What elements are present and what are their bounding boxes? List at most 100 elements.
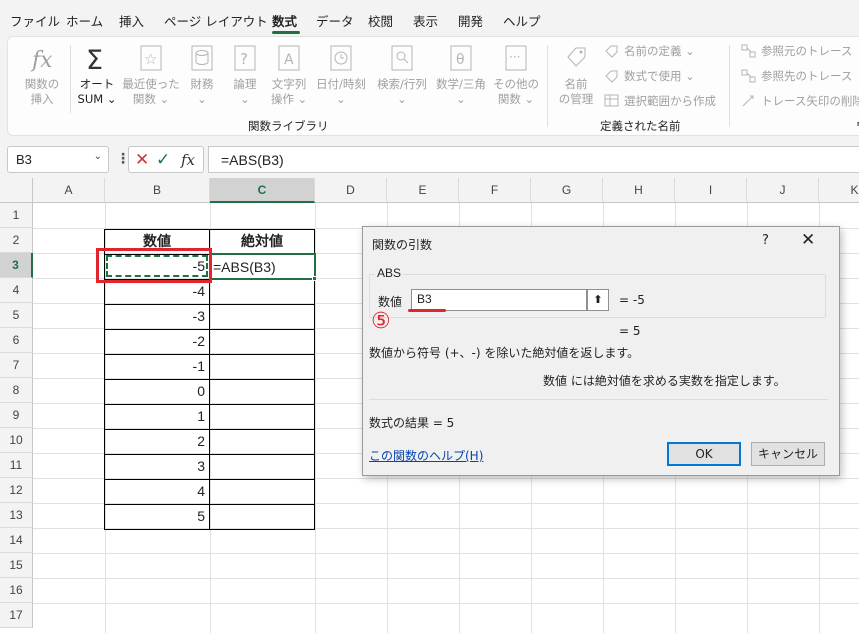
help-icon[interactable]: ? <box>762 233 769 248</box>
check-icon[interactable]: ✓ <box>156 150 170 170</box>
use-in-formula-button[interactable]: 数式で使用 ⌄ <box>604 68 695 84</box>
row-header[interactable]: 11 <box>0 453 33 478</box>
database-icon <box>188 43 216 73</box>
tab-home[interactable]: ホーム <box>66 11 103 30</box>
tab-formulas[interactable]: 数式 <box>272 11 297 30</box>
cancel-icon[interactable]: ✕ <box>135 150 149 170</box>
value-cell[interactable]: 4 <box>105 479 209 504</box>
value-cell[interactable]: -1 <box>105 354 209 379</box>
tab-developer[interactable]: 開発 <box>458 11 483 30</box>
tab-review[interactable]: 校閲 <box>368 11 393 30</box>
tab-data[interactable]: データ <box>316 11 354 30</box>
tab-page-layout[interactable]: ページ レイアウト <box>164 11 268 30</box>
close-icon[interactable]: ✕ <box>801 230 815 250</box>
column-header[interactable]: A <box>33 178 105 203</box>
tab-view[interactable]: 表示 <box>413 11 438 30</box>
row-header[interactable]: 3 <box>0 253 33 278</box>
dialog-title: 関数の引数 <box>372 238 433 252</box>
ribbon: fx 関数の 挿入 Σ オート SUM ⌄ ☆ 最近使った 関数 ⌄ 財務 ⌄ ? 論理… <box>7 36 859 136</box>
financial-button[interactable]: 財務 ⌄ <box>185 43 219 107</box>
row-header[interactable]: 10 <box>0 428 33 453</box>
svg-text:Σ: Σ <box>86 45 103 73</box>
function-help-link[interactable]: この関数のヘルプ(H) <box>369 447 483 464</box>
value-cell[interactable]: 3 <box>105 454 209 479</box>
create-from-selection-button[interactable]: 選択範囲から作成 <box>604 93 716 109</box>
active-cell-c3[interactable]: =ABS(B3) <box>209 253 316 280</box>
fill-handle[interactable] <box>312 276 317 281</box>
row-header[interactable]: 16 <box>0 578 33 603</box>
column-header[interactable]: I <box>675 178 747 203</box>
function-insert-icon: fx <box>28 43 56 73</box>
recent-functions-button[interactable]: ☆ 最近使った 関数 ⌄ <box>118 43 184 107</box>
value-cell[interactable]: 5 <box>105 504 209 529</box>
trace-precedents-button[interactable]: 参照元のトレース <box>741 43 852 59</box>
name-manager-button[interactable]: 名前 の管理 <box>554 43 598 107</box>
function-arguments-dialog: 関数の引数 ? ✕ ABS 数値 B3 ⬆ = -5 = 5 数値から符号 (+… <box>362 226 840 476</box>
text-icon: A <box>275 43 303 73</box>
argument-input[interactable]: B3 <box>411 289 587 311</box>
row-header[interactable]: 2 <box>0 228 33 253</box>
math-trig-button[interactable]: θ 数学/三角 ⌄ <box>432 43 490 107</box>
chevron-down-icon[interactable]: ⌄ <box>94 151 102 162</box>
row-header[interactable]: 1 <box>0 203 33 228</box>
column-header[interactable]: K <box>819 178 859 203</box>
tag-small-icon <box>604 44 620 58</box>
highlight-box <box>96 248 212 283</box>
row-header[interactable]: 6 <box>0 328 33 353</box>
date-time-button[interactable]: 日付/時刻 ⌄ <box>312 43 370 107</box>
column-header[interactable]: F <box>459 178 531 203</box>
insert-function-button[interactable]: fx 関数の 挿入 <box>18 43 66 107</box>
row-header[interactable]: 17 <box>0 603 33 628</box>
value-cell[interactable]: 2 <box>105 429 209 454</box>
formula-input[interactable]: =ABS(B3) <box>208 146 859 173</box>
row-header[interactable]: 4 <box>0 278 33 303</box>
trace-dependents-button[interactable]: 参照先のトレース <box>741 68 852 84</box>
value-cell[interactable]: -2 <box>105 329 209 354</box>
text-functions-button[interactable]: A 文字列 操作 ⌄ <box>267 43 311 107</box>
autosum-button[interactable]: Σ オート SUM ⌄ <box>72 43 122 107</box>
select-all-corner[interactable] <box>0 178 33 203</box>
function-name: ABS <box>375 266 404 280</box>
value-cell[interactable]: 0 <box>105 379 209 404</box>
column-header[interactable]: C <box>210 178 315 203</box>
define-name-button[interactable]: 名前の定義 ⌄ <box>604 43 695 59</box>
value-cell[interactable]: -3 <box>105 304 209 329</box>
column-header[interactable]: H <box>603 178 675 203</box>
column-header[interactable]: D <box>315 178 387 203</box>
divider <box>369 399 828 400</box>
column-header[interactable]: J <box>747 178 819 203</box>
use-in-formula-icon <box>604 69 620 83</box>
more-icon: ··· <box>502 43 530 73</box>
column-header[interactable]: G <box>531 178 603 203</box>
tab-file[interactable]: ファイル <box>10 11 60 30</box>
tag-icon <box>562 43 590 73</box>
annotation-underline <box>408 309 446 312</box>
tab-insert[interactable]: 挿入 <box>119 11 144 30</box>
column-header[interactable]: B <box>105 178 210 203</box>
row-header[interactable]: 5 <box>0 303 33 328</box>
row-header[interactable]: 14 <box>0 528 33 553</box>
gridline <box>33 553 859 554</box>
column-header[interactable]: E <box>387 178 459 203</box>
header-cell-abs[interactable]: 絶対値 <box>210 229 314 254</box>
ok-button[interactable]: OK <box>667 442 741 466</box>
remove-arrows-button[interactable]: トレース矢印の削除 ⌄ <box>741 93 859 109</box>
grid-icon <box>604 94 620 108</box>
more-functions-button[interactable]: ··· その他の 関数 ⌄ <box>492 43 540 107</box>
tab-help[interactable]: ヘルプ <box>503 11 541 30</box>
logical-button[interactable]: ? 論理 ⌄ <box>228 43 262 107</box>
value-cell[interactable]: 1 <box>105 404 209 429</box>
row-header[interactable]: 9 <box>0 403 33 428</box>
lookup-button[interactable]: 検索/行列 ⌄ <box>373 43 431 107</box>
argument-label: 数値 <box>378 295 403 309</box>
clock-icon <box>327 43 355 73</box>
row-header[interactable]: 8 <box>0 378 33 403</box>
row-header[interactable]: 13 <box>0 503 33 528</box>
row-header[interactable]: 7 <box>0 353 33 378</box>
row-header[interactable]: 12 <box>0 478 33 503</box>
cancel-button[interactable]: キャンセル <box>751 442 825 466</box>
row-header[interactable]: 15 <box>0 553 33 578</box>
collapse-dialog-icon[interactable]: ⬆ <box>587 289 609 311</box>
name-box[interactable]: B3 ⌄ <box>7 146 109 173</box>
insert-function-icon[interactable]: fx <box>181 151 195 169</box>
